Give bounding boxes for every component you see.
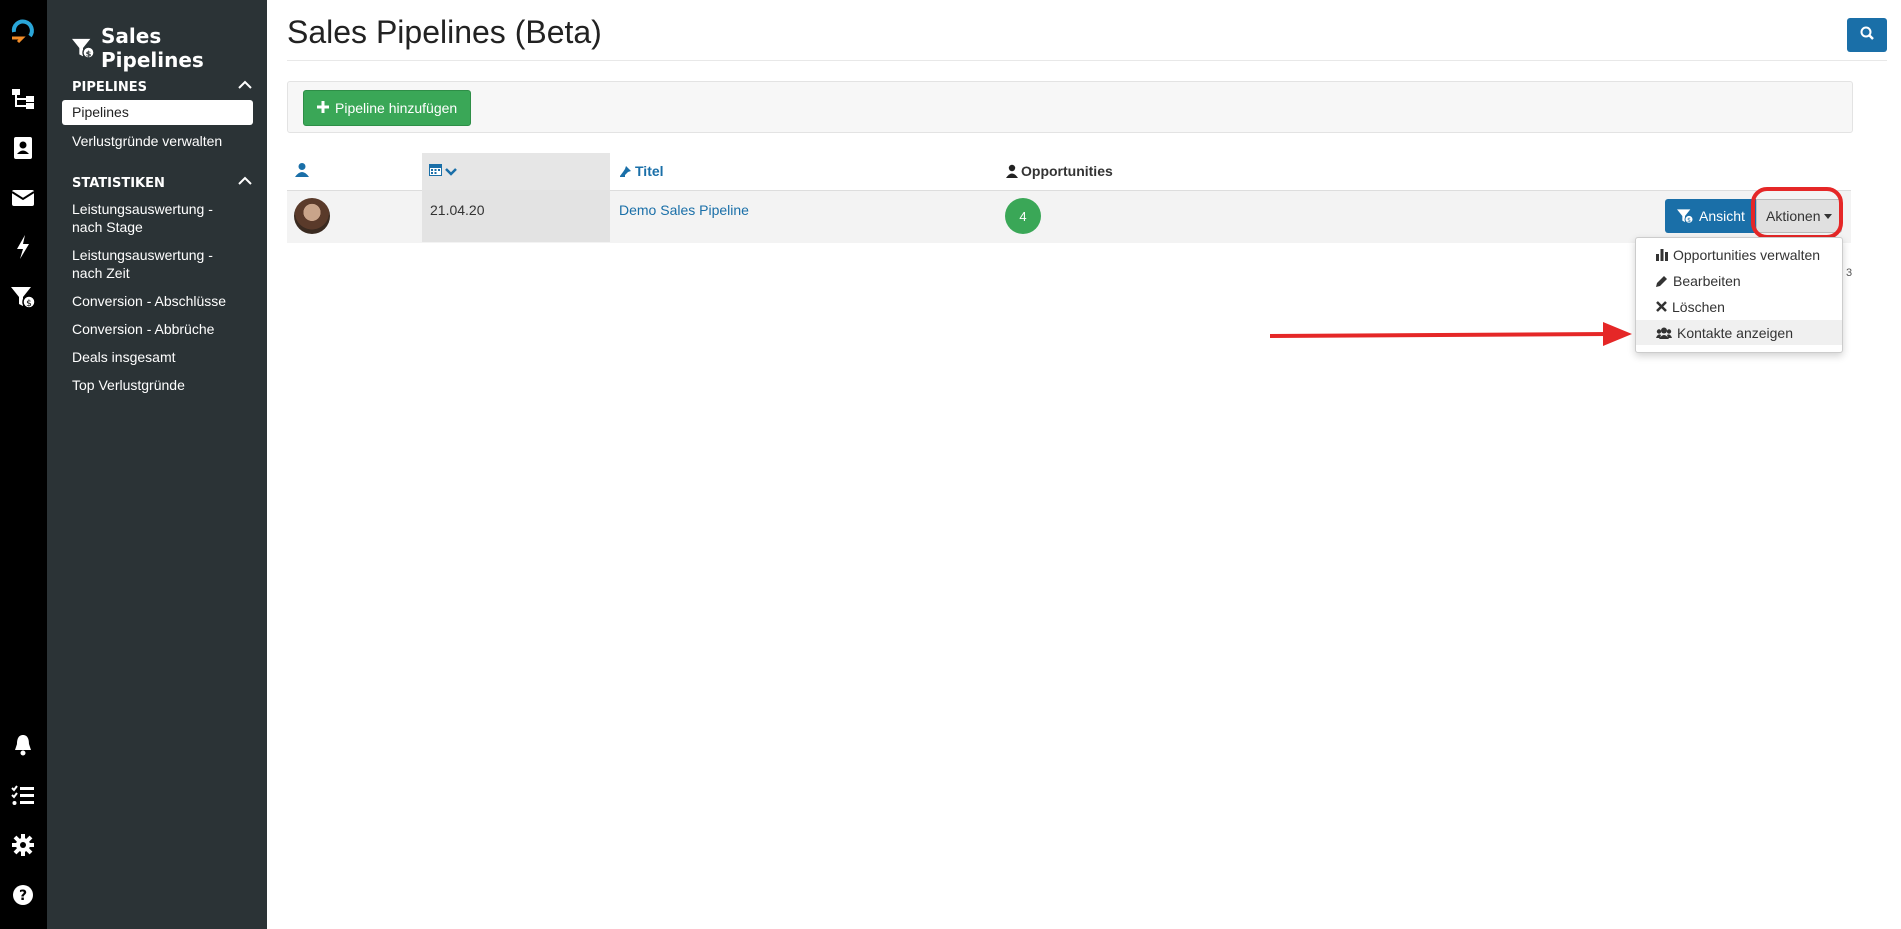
sidebar-item-top-verlustgruende[interactable]: Top Verlustgründe [62,376,253,394]
sidebar-section-statistiken[interactable]: STATISTIKEN [72,176,252,191]
column-header-date[interactable] [429,153,457,189]
menu-item-label: Opportunities verwalten [1673,246,1821,263]
svg-text:$: $ [1687,217,1691,224]
menu-item-delete[interactable]: Löschen [1636,294,1842,319]
sidebar-item-deals-insgesamt[interactable]: Deals insgesamt [62,348,253,366]
sidebar-item-verlustgruende[interactable]: Verlustgründe verwalten [62,132,253,150]
calendar-icon [429,163,442,179]
bolt-icon[interactable] [8,232,38,262]
search-button[interactable] [1847,18,1887,52]
sales-funnel-icon: $ [71,37,95,59]
row-date: 21.04.20 [430,202,485,218]
row-title-link[interactable]: Demo Sales Pipeline [619,202,749,218]
svg-text:$: $ [86,48,92,58]
bell-icon[interactable] [8,730,38,760]
menu-item-manage-opportunities[interactable]: Opportunities verwalten [1636,242,1842,267]
pencil-icon [1656,275,1668,287]
sales-funnel-icon: $ [1676,208,1694,224]
contacts-icon[interactable] [8,133,38,163]
toolbar: Pipeline hinzufügen [287,81,1853,133]
view-button[interactable]: $ Ansicht [1665,199,1756,233]
annotation-arrow [1270,322,1632,346]
sidebar-item-conversion-abschluesse[interactable]: Conversion - Abschlüsse [62,292,253,310]
close-icon [1656,301,1667,312]
sidebar-item-leistung-zeit[interactable]: Leistungsauswertung - nach Zeit [62,246,253,282]
add-pipeline-button[interactable]: Pipeline hinzufügen [303,90,472,126]
sidebar-item-leistung-stage[interactable]: Leistungsauswertung - nach Stage [62,200,253,236]
actions-dropdown-menu: Opportunities verwalten Bearbeiten Lösch… [1635,237,1843,353]
sidebar-item-pipelines[interactable]: Pipelines [62,100,253,125]
sort-chevron-down-icon [445,167,457,176]
sidebar-item-conversion-abbrueche[interactable]: Conversion - Abbrüche [62,320,253,338]
column-header-title[interactable]: Titel [619,153,664,189]
gear-icon[interactable] [8,830,38,860]
sidebar-section-label: PIPELINES [72,80,148,95]
sales-funnel-icon[interactable]: $ [8,282,38,312]
menu-item-label: Bearbeiten [1673,272,1741,289]
sidebar-title: $ Sales Pipelines [71,24,267,72]
main-content: Sales Pipelines (Beta) Pipeline hinzufüg… [267,0,1901,929]
svg-text:?: ? [19,888,27,904]
avatar [294,198,330,234]
sidebar-title-text: Sales Pipelines [101,24,204,72]
view-button-label: Ansicht [1699,208,1745,224]
pin-icon [619,165,632,178]
plus-icon [317,100,329,116]
highlight-circle [1751,187,1843,239]
user-icon [1006,164,1018,178]
search-icon [1860,26,1874,45]
add-pipeline-label: Pipeline hinzufügen [335,100,458,116]
chevron-up-icon[interactable] [238,175,252,190]
page-title: Sales Pipelines (Beta) [287,14,602,50]
column-header-opportunities-label: Opportunities [1021,163,1113,179]
column-header-opportunities: Opportunities [1006,153,1113,189]
mail-icon[interactable] [8,183,38,213]
help-icon[interactable]: ? [8,880,38,910]
tasks-icon[interactable] [8,780,38,810]
chevron-up-icon[interactable] [238,79,252,94]
title-divider [287,60,1887,61]
bar-chart-icon [1656,248,1668,261]
sitemap-icon[interactable] [8,84,38,114]
column-header-title-label: Titel [635,163,664,179]
pagination-text: 3 [1846,267,1853,279]
logo-icon[interactable] [8,14,38,44]
menu-item-show-contacts[interactable]: Kontakte anzeigen [1636,320,1842,345]
users-icon [1656,327,1672,339]
svg-text:$: $ [26,299,32,309]
user-icon [295,162,309,180]
icon-bar: $ ? [0,0,47,929]
opportunities-count-badge: 4 [1005,198,1041,234]
sidebar-section-label: STATISTIKEN [72,176,165,191]
column-header-owner[interactable] [295,153,309,189]
sidebar-section-pipelines[interactable]: PIPELINES [72,80,252,95]
menu-item-label: Kontakte anzeigen [1677,324,1793,341]
sidebar: $ Sales Pipelines PIPELINES Pipelines Ve… [47,0,267,929]
menu-item-label: Löschen [1672,298,1725,315]
menu-item-edit[interactable]: Bearbeiten [1636,268,1842,293]
